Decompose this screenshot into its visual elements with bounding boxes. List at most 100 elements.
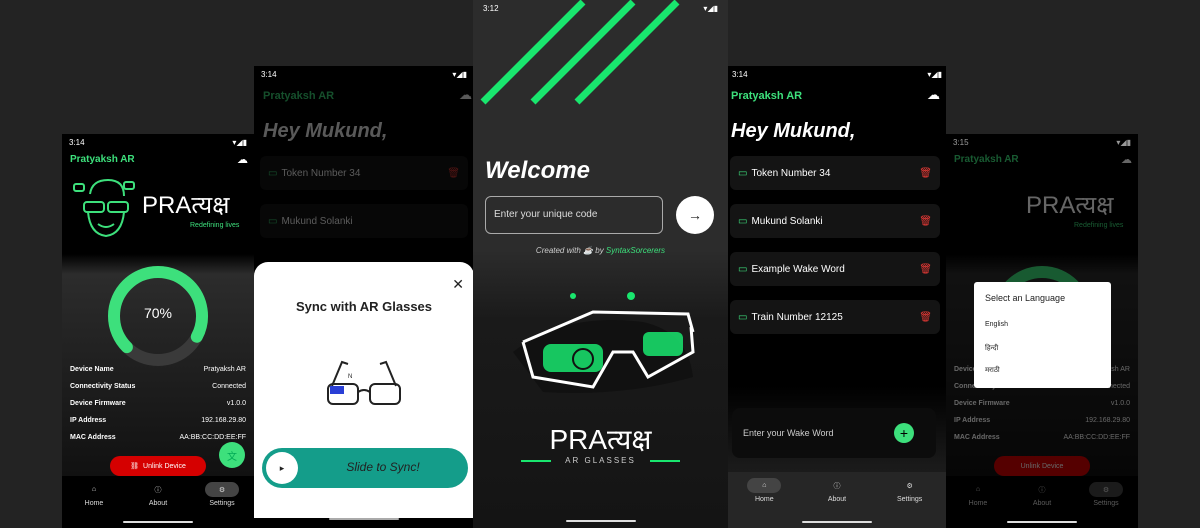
info-row: Device Name Pratyaksh AR	[70, 361, 246, 378]
nav-home: ⌂ Home	[956, 482, 1000, 507]
language-dialog: Select an Language English हिन्दी मराठी	[974, 282, 1111, 388]
bottom-logo-text: PRAत्यक्ष	[549, 424, 652, 455]
logo-text: PRAत्यक्ष	[142, 192, 230, 219]
slide-to-sync-slider[interactable]: ▸ Slide to Sync!	[262, 448, 468, 488]
info-key: Device Firmware	[954, 400, 1010, 407]
word-label: Example Wake Word	[751, 263, 845, 275]
info-icon: ⓘ	[154, 486, 162, 494]
word-label: Token Number 34	[751, 167, 831, 179]
greeting: Hey Mukund,	[731, 120, 856, 142]
word-label: Token Number 34	[281, 167, 361, 179]
status-time: 3:14	[261, 69, 277, 79]
info-key: Connectivity Status	[70, 383, 136, 390]
next-button[interactable]: →	[676, 196, 714, 234]
glasses-icon: N	[327, 360, 401, 405]
nav-home[interactable]: ⌂ Home	[742, 478, 786, 503]
logo-tagline: Redefining lives	[190, 222, 240, 229]
unlink-icon: ⛓	[130, 463, 140, 470]
trash-icon[interactable]: 🗑	[919, 264, 932, 275]
slider-handle[interactable]: ▸	[266, 452, 298, 484]
decorative-stripes	[480, 0, 680, 105]
credits: Created with ☕ by SyntaxSorcerers	[473, 246, 728, 255]
nav-settings-label: Settings	[209, 500, 235, 507]
word-card[interactable]: ▭ Mukund Solanki 🗑	[730, 204, 940, 238]
welcome-title: Welcome	[485, 157, 590, 184]
word-card[interactable]: ▭ Example Wake Word 🗑	[730, 252, 940, 286]
phone-sync-screen: 3:14 ▾◢▮ Pratyaksh AR ☁ Hey Mukund, ▭ Tok…	[254, 66, 474, 528]
nav-home-label: Home	[968, 500, 988, 507]
language-option[interactable]: मराठी	[985, 366, 1000, 375]
info-value: v1.0.0	[1110, 400, 1130, 407]
cloud-sync-icon: ☁	[459, 87, 472, 102]
word-label: Mukund Solanki	[281, 215, 353, 227]
nav-about[interactable]: ⓘ About	[815, 478, 859, 504]
logo-underline-right	[650, 460, 680, 462]
home-icon: ⌂	[91, 486, 97, 493]
screenshot-collage: 3:14 ▾◢▮ Pratyaksh AR ☁ PRAत्यक्ष Redefi…	[0, 0, 1200, 528]
phone-home-screen: 3:14 ▾◢▮ Pratyaksh AR ☁ Hey Mukund, ▭ Tok…	[728, 66, 946, 528]
message-icon: ▭	[738, 167, 748, 179]
gesture-bar	[123, 521, 193, 523]
code-input[interactable]: Enter your unique code	[485, 196, 663, 234]
slider-label: Slide to Sync!	[346, 460, 420, 474]
nav-settings[interactable]: ⚙ Settings	[200, 482, 244, 507]
info-row: Device Firmware v1.0.0	[70, 395, 246, 412]
logo-text: PRAत्यक्ष	[1026, 192, 1114, 219]
home-icon: ⌂	[747, 478, 782, 493]
trash-icon[interactable]: 🗑	[919, 168, 932, 179]
status-bar: 3:14 ▾◢▮	[62, 134, 254, 150]
trash-icon[interactable]: 🗑	[919, 216, 932, 227]
status-bar: 3:14 ▾◢▮	[254, 66, 474, 82]
info-key: Device Firmware	[70, 400, 126, 407]
unlink-label: Unlink Device	[1020, 462, 1064, 470]
word-card[interactable]: ▭ Train Number 12125 🗑	[730, 300, 940, 334]
cloud-sync-icon: ☁	[1121, 154, 1132, 166]
logo-face-icon	[73, 178, 135, 238]
message-icon: ▭	[738, 263, 748, 275]
word-card[interactable]: ▭ Token Number 34 🗑	[730, 156, 940, 190]
nav-home[interactable]: ⌂ Home	[72, 482, 116, 507]
language-option[interactable]: English	[985, 321, 1008, 328]
info-value: 192.168.29.80	[201, 417, 246, 424]
status-icons: ▾◢▮	[452, 69, 467, 79]
cloud-sync-icon[interactable]: ☁	[927, 87, 940, 103]
info-key: IP Address	[954, 417, 991, 424]
unlink-device-button[interactable]: ⛓ Unlink Device	[110, 456, 206, 476]
dialog-title: Select an Language	[985, 293, 1066, 303]
nav-about: ⓘ About	[1020, 482, 1064, 508]
nav-settings[interactable]: ⚙ Settings	[888, 478, 932, 504]
info-key: MAC Address	[70, 434, 116, 441]
nav-about[interactable]: ⓘ About	[136, 482, 180, 508]
close-icon[interactable]: ✕	[452, 276, 464, 293]
status-time: 3:14	[69, 137, 85, 147]
nav-about-label: About	[148, 500, 168, 507]
language-option[interactable]: हिन्दी	[985, 344, 998, 353]
bottom-nav: ⌂ Home ⓘ About ⚙ Settings	[728, 472, 946, 528]
info-value: Pratyaksh AR	[203, 366, 246, 373]
translate-fab[interactable]: 文	[219, 442, 245, 468]
logo-underline-left	[521, 460, 551, 462]
gesture-bar	[802, 521, 872, 523]
wake-word-input-bar: Enter your Wake Word +	[732, 408, 936, 458]
info-value: Connected	[212, 383, 246, 390]
app-title: Pratyaksh AR	[263, 90, 335, 102]
bottom-logo-sub: AR GLASSES	[565, 456, 636, 465]
logo-banner: PRAत्यक्ष Redefining lives	[72, 174, 250, 240]
svg-text:N: N	[348, 374, 352, 380]
wake-word-input[interactable]: Enter your Wake Word	[743, 428, 834, 438]
add-word-button[interactable]: +	[894, 423, 914, 443]
credits-author[interactable]: SyntaxSorcerers	[606, 246, 665, 255]
nav-settings-label: Settings	[896, 496, 923, 503]
nav-settings: ⚙ Settings	[1084, 482, 1128, 507]
sheet-title: Sync with AR Glasses	[295, 299, 433, 314]
app-title: Pratyaksh AR	[70, 154, 135, 165]
info-row: IP Address 192.168.29.80	[70, 412, 246, 429]
nav-about-label: About	[827, 496, 847, 503]
trash-icon[interactable]: 🗑	[919, 312, 932, 323]
phone-welcome-screen: 3:12 ▾◢▮ Welcome Enter your unique code …	[473, 0, 728, 528]
status-icons: ▾◢▮	[232, 137, 247, 147]
greeting: Hey Mukund,	[263, 120, 388, 142]
info-icon: ⓘ	[1038, 486, 1046, 494]
cloud-sync-icon[interactable]: ☁	[237, 153, 248, 166]
info-row: MAC Address AA:BB:CC:DD:EE:FF	[70, 429, 246, 446]
